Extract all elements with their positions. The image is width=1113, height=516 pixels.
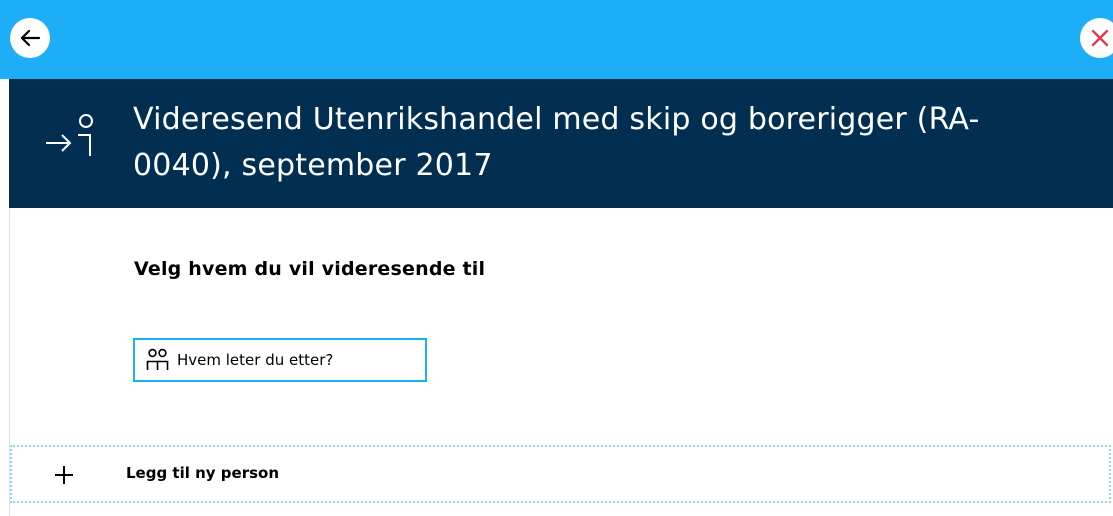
close-button[interactable] xyxy=(1080,18,1113,58)
forward-dialog: Videresend Utenrikshandel med skip og bo… xyxy=(9,79,1113,516)
section-label: Velg hvem du vil videresende til xyxy=(134,258,486,280)
add-person-label: Legg til ny person xyxy=(126,464,280,482)
dialog-header: Videresend Utenrikshandel med skip og bo… xyxy=(9,79,1113,208)
forward-person-icon xyxy=(46,114,93,156)
top-bar xyxy=(0,0,1113,79)
people-icon xyxy=(146,348,169,370)
add-person-button[interactable]: Legg til ny person xyxy=(10,445,1111,503)
page: Videresend Utenrikshandel med skip og bo… xyxy=(0,0,1113,516)
arrow-left-icon xyxy=(20,29,41,47)
dialog-title: Videresend Utenrikshandel med skip og bo… xyxy=(133,102,980,183)
plus-icon xyxy=(55,466,73,484)
search-input[interactable] xyxy=(177,351,417,369)
dialog-body: Velg hvem du vil videresende til Legg ti… xyxy=(9,208,1113,516)
back-button[interactable] xyxy=(10,18,50,58)
search-field[interactable] xyxy=(133,338,427,382)
close-x-icon xyxy=(1091,29,1109,47)
